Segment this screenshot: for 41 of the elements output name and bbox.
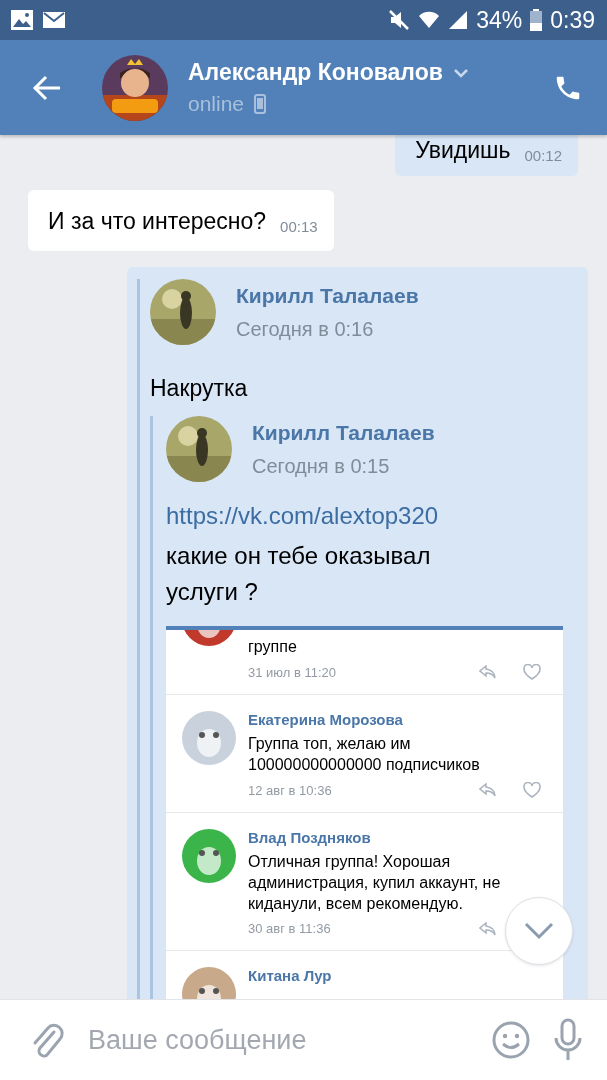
comment-date: 31 июл в 11:20	[248, 664, 337, 680]
message-text: Увидишь	[415, 137, 511, 164]
message-time: 00:13	[280, 218, 318, 235]
link[interactable]: https://vk.com/alextop320	[166, 502, 588, 530]
message-date: Сегодня в 0:16	[236, 317, 375, 341]
chevron-down-icon[interactable]	[452, 67, 469, 78]
reply-icon[interactable]	[479, 665, 497, 679]
battery-icon	[530, 9, 543, 31]
message-time: 00:12	[524, 147, 562, 164]
message-text: какие он тебе оказывал услуги ?	[166, 541, 432, 607]
comment-date: 12 авг в 10:36	[248, 782, 332, 798]
heart-icon[interactable]	[523, 664, 541, 680]
clock: 0:39	[550, 6, 595, 34]
comment-text: Отличная группа! Хорошая администрация, купил аккаунт, не киданули, всем рекомендую.	[248, 852, 502, 914]
signal-icon	[448, 10, 469, 30]
mute-icon	[388, 9, 411, 31]
image-icon	[10, 9, 34, 31]
contact-name[interactable]: Александр Коновалов	[188, 59, 443, 86]
comment-date: 30 авг в 11:36	[248, 921, 331, 936]
commenter-name[interactable]: Влад Поздняков	[248, 829, 371, 846]
reply-icon[interactable]	[479, 783, 497, 797]
battery-percent: 34%	[476, 6, 523, 34]
online-status: online	[188, 92, 245, 116]
smiley-icon[interactable]	[491, 1020, 531, 1060]
commenter-name[interactable]: Екатерина Морозова	[248, 711, 403, 728]
phone-device-icon	[254, 94, 267, 114]
back-arrow-icon[interactable]	[32, 74, 62, 101]
message-input[interactable]: Ваше сообщение	[86, 1023, 469, 1057]
message-text: Накрутка	[150, 375, 249, 402]
message-text: И за что интересно?	[48, 208, 267, 235]
comment-text: группе	[248, 637, 297, 657]
comment-text: Группа топ, желаю им 100000000000000 подписчиков	[248, 734, 481, 775]
microphone-icon[interactable]	[553, 1018, 583, 1062]
commenter-name[interactable]: Китана Лур	[248, 967, 332, 984]
author-name[interactable]: Кирилл Талалаев	[252, 420, 435, 445]
message-date: Сегодня в 0:15	[252, 454, 391, 478]
chevron-down-icon[interactable]	[524, 922, 554, 940]
mail-icon	[42, 11, 66, 29]
author-name[interactable]: Кирилл Талалаев	[236, 283, 419, 308]
reply-icon[interactable]	[479, 921, 497, 936]
heart-icon[interactable]	[523, 782, 541, 798]
